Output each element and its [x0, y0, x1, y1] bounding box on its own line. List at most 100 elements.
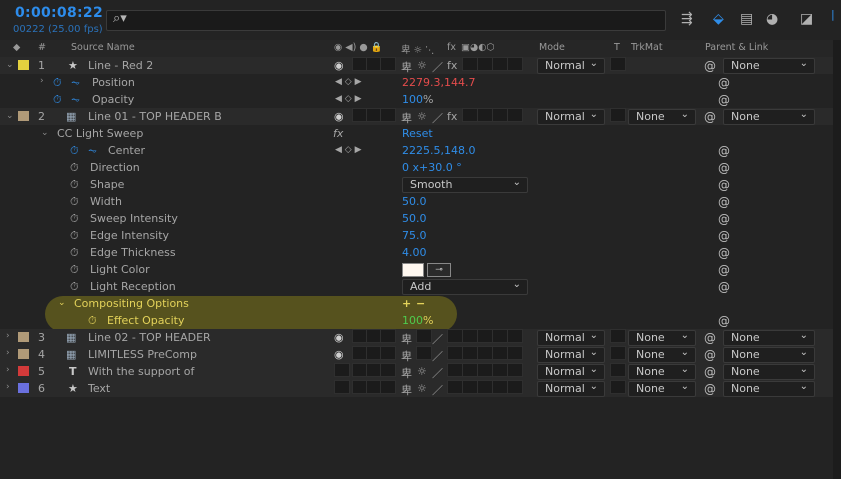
keyframe-navigator-icon[interactable]: ◀ ◇ ▶	[335, 94, 362, 104]
parent-dropdown[interactable]: None ⌄	[723, 58, 815, 74]
switch-box[interactable]	[492, 329, 508, 343]
pickwhip-icon[interactable]: @	[704, 59, 716, 73]
switch-box[interactable]	[447, 380, 463, 394]
frame-blending-icon[interactable]: ▤	[740, 11, 753, 27]
trkmat-dropdown[interactable]: None ⌄	[628, 330, 696, 346]
layer-name[interactable]: Line 02 - TOP HEADER	[88, 331, 211, 344]
shy-icon[interactable]: 卑	[401, 59, 412, 75]
parent-dropdown[interactable]: None ⌄	[723, 347, 815, 363]
switch-box[interactable]	[492, 380, 508, 394]
switch-box[interactable]	[462, 57, 478, 71]
quality-icon[interactable]: ／	[432, 110, 443, 126]
label-color-swatch[interactable]	[18, 349, 29, 359]
switch-box[interactable]	[416, 346, 432, 360]
switch-box[interactable]	[507, 329, 523, 343]
collapse-icon[interactable]: ☼	[417, 59, 427, 72]
tag-icon[interactable]: ◆	[13, 42, 20, 53]
property-value[interactable]: 4.00	[402, 246, 427, 259]
stopwatch-icon[interactable]: ⏱	[53, 93, 62, 107]
stopwatch-icon[interactable]: ⏱	[70, 195, 79, 209]
quality-icon[interactable]: ／	[432, 59, 443, 75]
lock-switch[interactable]	[380, 363, 396, 377]
col-source-name[interactable]: Source Name	[71, 42, 135, 53]
switch-box[interactable]	[462, 108, 478, 122]
stopwatch-icon[interactable]: ⏱	[70, 246, 79, 260]
pickwhip-icon[interactable]: @	[718, 246, 730, 260]
video-switch[interactable]	[334, 380, 350, 394]
stopwatch-icon[interactable]: ⏱	[70, 144, 79, 158]
graph-icon[interactable]: ⏦	[71, 76, 80, 90]
pickwhip-icon[interactable]: @	[718, 195, 730, 209]
switch-box[interactable]	[416, 329, 432, 343]
expand-triangle-icon[interactable]: ›	[6, 365, 10, 375]
fx-switch[interactable]: fx	[447, 110, 457, 123]
expand-triangle-icon[interactable]: ›	[40, 76, 44, 86]
lock-switch[interactable]	[380, 329, 396, 343]
switch-box[interactable]	[462, 346, 478, 360]
label-color-swatch[interactable]	[18, 60, 29, 70]
switch-box[interactable]	[492, 363, 508, 377]
parent-dropdown[interactable]: None ⌄	[723, 381, 815, 397]
switch-box[interactable]	[462, 329, 478, 343]
reset-link[interactable]: Reset	[402, 127, 433, 140]
col-parent-link[interactable]: Parent & Link	[705, 42, 768, 53]
pickwhip-icon[interactable]: @	[704, 365, 716, 379]
graph-icon[interactable]: ⏦	[71, 93, 80, 107]
property-value[interactable]: 2225.5,148.0	[402, 144, 475, 157]
switch-box[interactable]	[477, 380, 493, 394]
label-color-swatch[interactable]	[18, 332, 29, 342]
switch-box[interactable]	[477, 329, 493, 343]
remove-mask-button[interactable]: −	[416, 297, 425, 310]
video-switch[interactable]	[334, 363, 350, 377]
switch-box[interactable]	[492, 108, 508, 122]
shy-icon[interactable]: 卑	[401, 348, 412, 364]
stopwatch-icon[interactable]: ⏱	[70, 280, 79, 294]
composition-flowchart-icon[interactable]: ⇶	[681, 11, 693, 27]
switch-box[interactable]	[462, 380, 478, 394]
expand-triangle-icon[interactable]: ⌄	[58, 298, 66, 308]
quality-icon[interactable]: ／	[432, 365, 443, 381]
layer-search-input[interactable]	[106, 10, 666, 31]
trkmat-dropdown[interactable]: None ⌄	[628, 381, 696, 397]
expand-triangle-icon[interactable]: ›	[6, 382, 10, 392]
switch-box[interactable]	[507, 108, 523, 122]
effect-name[interactable]: CC Light Sweep	[57, 127, 143, 140]
draft-3d-icon[interactable]: ⬙	[713, 11, 724, 27]
mode-dropdown[interactable]: Normal ⌄	[537, 364, 605, 380]
pickwhip-icon[interactable]: @	[718, 93, 730, 107]
lock-switch[interactable]	[380, 57, 396, 71]
layer-row-6[interactable]: › 6 ★ Text 卑 ☼ ／ Normal ⌄ None ⌄ @ None ⌄	[0, 380, 833, 397]
switch-box[interactable]	[447, 363, 463, 377]
pickwhip-icon[interactable]: @	[718, 280, 730, 294]
mode-dropdown[interactable]: Normal ⌄	[537, 381, 605, 397]
collapse-icon[interactable]: ☼	[417, 382, 427, 395]
col-mode[interactable]: Mode	[539, 42, 565, 53]
switch-box[interactable]	[477, 363, 493, 377]
keyframe-navigator-icon[interactable]: ◀ ◇ ▶	[335, 77, 362, 87]
preserve-transparency-switch[interactable]	[610, 380, 626, 394]
pickwhip-icon[interactable]: @	[718, 263, 730, 277]
layer-row-5[interactable]: › 5 T With the support of 卑 ☼ ／ Normal ⌄ …	[0, 363, 833, 380]
lock-switch[interactable]	[380, 346, 396, 360]
pickwhip-icon[interactable]: @	[718, 178, 730, 192]
preserve-transparency-switch[interactable]	[610, 108, 626, 122]
property-value[interactable]: 2279.3,144.7	[402, 76, 475, 89]
layer-row-1[interactable]: ⌄ 1 ★ Line - Red 2 ◉ 卑 ☼ ／ fx Normal ⌄ @ …	[0, 57, 833, 74]
lock-switch[interactable]	[380, 380, 396, 394]
switch-box[interactable]	[447, 329, 463, 343]
layer-name[interactable]: Text	[88, 382, 110, 395]
switch-box[interactable]	[477, 57, 493, 71]
fx-toggle-icon[interactable]: fx	[333, 127, 343, 140]
expand-triangle-icon[interactable]: ⌄	[6, 60, 14, 70]
col-trkmat[interactable]: TrkMat	[631, 42, 663, 53]
timeline-scrollbar[interactable]	[833, 40, 841, 479]
label-color-swatch[interactable]	[18, 111, 29, 121]
property-value[interactable]: 50.0	[402, 195, 427, 208]
preserve-transparency-switch[interactable]	[610, 57, 626, 71]
stopwatch-icon[interactable]: ⏱	[70, 178, 79, 192]
property-value[interactable]: 0 x+30.0 °	[402, 161, 462, 174]
preserve-transparency-switch[interactable]	[610, 346, 626, 360]
light-reception-dropdown[interactable]: Add ⌄	[402, 279, 528, 295]
color-swatch[interactable]	[402, 263, 424, 277]
col-number[interactable]: #	[38, 42, 46, 53]
